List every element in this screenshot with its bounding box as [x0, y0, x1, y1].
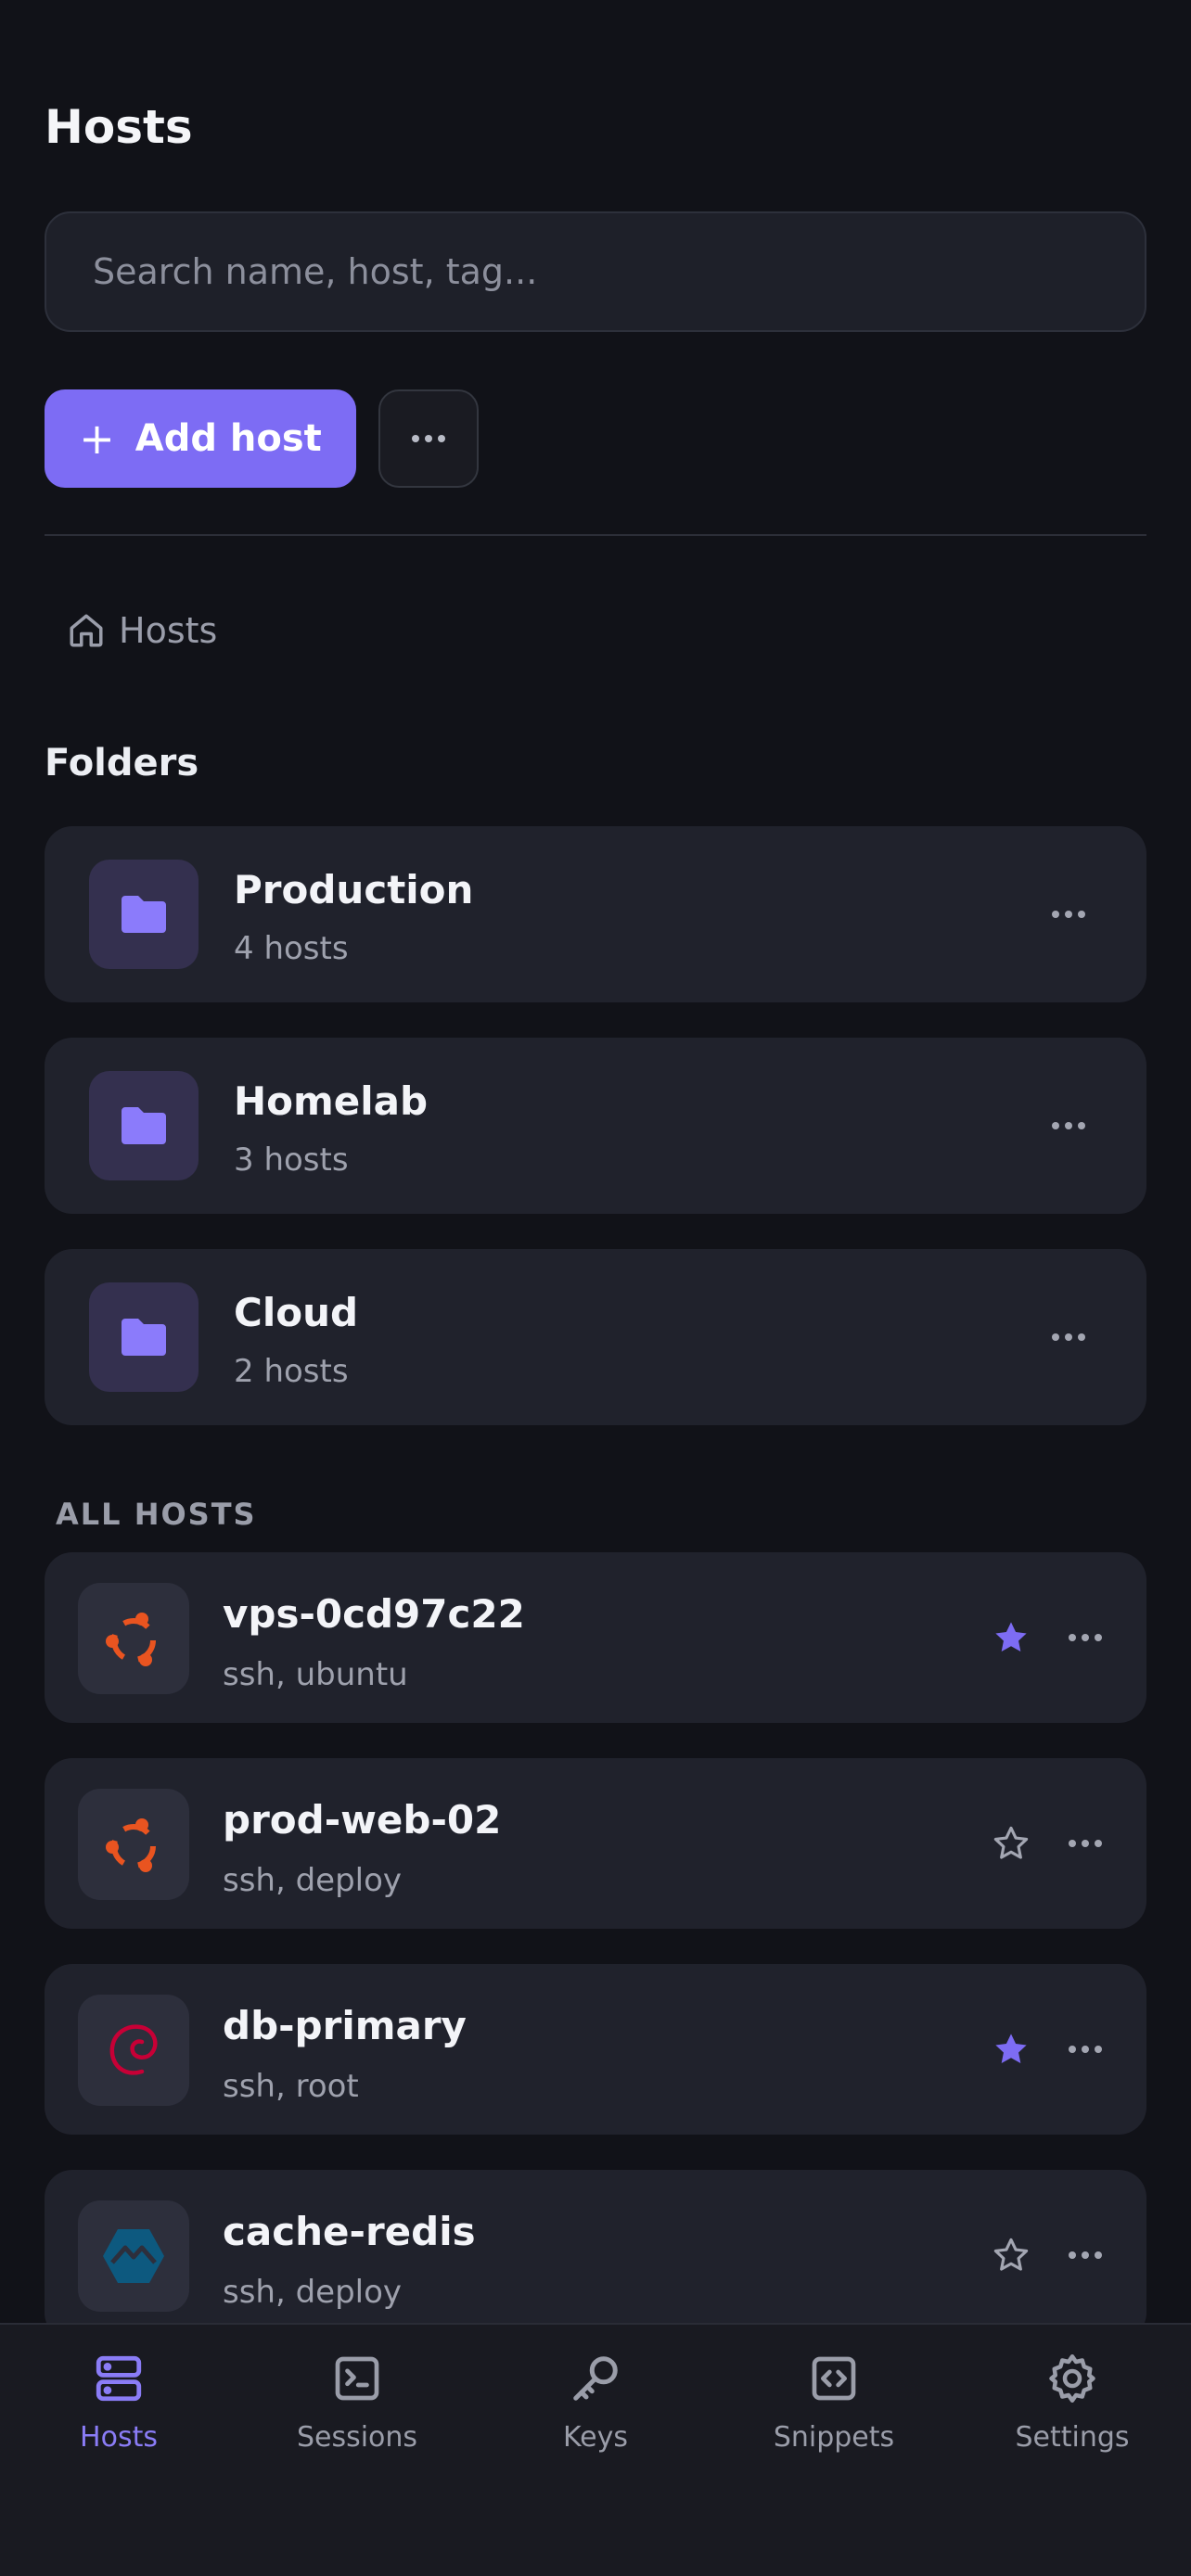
folder-icon — [89, 1071, 198, 1180]
host-menu-button[interactable] — [1057, 2021, 1113, 2077]
folder-icon — [89, 1282, 198, 1392]
host-menu-button[interactable] — [1057, 1816, 1113, 1871]
ubuntu-icon — [78, 1789, 189, 1900]
host-card[interactable]: prod-web-02 ssh, deploy — [45, 1758, 1146, 1929]
ubuntu-icon — [78, 1583, 189, 1694]
host-name: vps-0cd97c22 — [223, 1591, 525, 1637]
folder-menu-button[interactable] — [1041, 886, 1096, 942]
folder-count: 3 hosts — [234, 1141, 349, 1179]
ellipsis-icon — [1052, 1122, 1085, 1129]
key-icon — [566, 2349, 625, 2408]
code-icon — [804, 2349, 864, 2408]
folder-count: 4 hosts — [234, 930, 349, 967]
plus-icon: + — [79, 414, 115, 464]
tab-keys[interactable]: Keys — [477, 2349, 714, 2488]
add-host-label: Add host — [134, 417, 322, 460]
host-name: prod-web-02 — [223, 1797, 502, 1843]
host-meta: ssh, deploy — [223, 2274, 403, 2311]
host-card[interactable]: cache-redis ssh, deploy — [45, 2170, 1146, 2340]
folder-name: Homelab — [234, 1078, 429, 1124]
folders-title: Folders — [45, 742, 199, 784]
terminal-icon — [327, 2349, 387, 2408]
ellipsis-icon — [412, 435, 445, 442]
add-host-button[interactable]: + Add host — [45, 389, 356, 488]
star-filled-icon — [995, 1622, 1027, 1652]
folder-count: 2 hosts — [234, 1353, 349, 1390]
ellipsis-icon — [1052, 911, 1085, 918]
search-input[interactable] — [46, 213, 1145, 330]
host-name: cache-redis — [223, 2209, 476, 2254]
ellipsis-icon — [1069, 1840, 1102, 1847]
host-menu-button[interactable] — [1057, 2227, 1113, 2283]
more-options-button[interactable] — [378, 389, 479, 488]
tab-label: Snippets — [773, 2421, 895, 2454]
divider — [45, 534, 1146, 536]
tab-snippets[interactable]: Snippets — [715, 2349, 953, 2488]
favorite-button[interactable] — [983, 1610, 1039, 1665]
ellipsis-icon — [1069, 1634, 1102, 1641]
star-filled-icon — [995, 2034, 1027, 2064]
ellipsis-icon — [1069, 2251, 1102, 2259]
host-meta: ssh, ubuntu — [223, 1656, 408, 1693]
tab-hosts[interactable]: Hosts — [0, 2349, 237, 2488]
ellipsis-icon — [1052, 1333, 1085, 1341]
folder-card[interactable]: Homelab 3 hosts — [45, 1038, 1146, 1214]
folder-card[interactable]: Cloud 2 hosts — [45, 1249, 1146, 1425]
breadcrumb[interactable]: Hosts — [67, 603, 217, 658]
ellipsis-icon — [1069, 2046, 1102, 2053]
host-card[interactable]: db-primary ssh, root — [45, 1964, 1146, 2135]
tab-label: Hosts — [80, 2421, 158, 2454]
host-meta: ssh, root — [223, 2068, 359, 2105]
folder-card[interactable]: Production 4 hosts — [45, 826, 1146, 1002]
folder-name: Cloud — [234, 1290, 359, 1335]
favorite-button[interactable] — [983, 2021, 1039, 2077]
gear-icon — [1043, 2349, 1102, 2408]
search-box[interactable] — [45, 211, 1146, 332]
favorite-button[interactable] — [983, 2227, 1039, 2283]
tab-label: Settings — [1015, 2421, 1130, 2454]
host-card[interactable]: vps-0cd97c22 ssh, ubuntu — [45, 1552, 1146, 1723]
alpine-icon — [78, 2200, 189, 2312]
folder-icon — [89, 860, 198, 969]
folder-menu-button[interactable] — [1041, 1098, 1096, 1154]
hosts-screen: Hosts + Add host Hosts Folders Productio… — [0, 0, 1191, 2576]
server-icon — [89, 2349, 148, 2408]
tab-label: Sessions — [296, 2421, 418, 2454]
breadcrumb-label: Hosts — [119, 610, 218, 651]
page-title: Hosts — [45, 100, 193, 154]
tab-settings[interactable]: Settings — [954, 2349, 1191, 2488]
tab-label: Keys — [562, 2421, 629, 2454]
favorite-button[interactable] — [983, 1816, 1039, 1871]
tab-sessions[interactable]: Sessions — [238, 2349, 476, 2488]
star-outline-icon — [993, 1826, 1029, 1859]
star-outline-icon — [993, 2238, 1029, 2271]
debian-icon — [78, 1995, 189, 2106]
bottom-tab-bar: Hosts Sessions Keys Snippets Settings — [0, 2323, 1191, 2576]
folder-name: Production — [234, 867, 474, 912]
home-icon — [70, 614, 103, 647]
host-meta: ssh, deploy — [223, 1862, 403, 1899]
all-hosts-title: ALL HOSTS — [56, 1497, 257, 1532]
host-menu-button[interactable] — [1057, 1610, 1113, 1665]
host-name: db-primary — [223, 2003, 467, 2048]
folder-menu-button[interactable] — [1041, 1309, 1096, 1365]
